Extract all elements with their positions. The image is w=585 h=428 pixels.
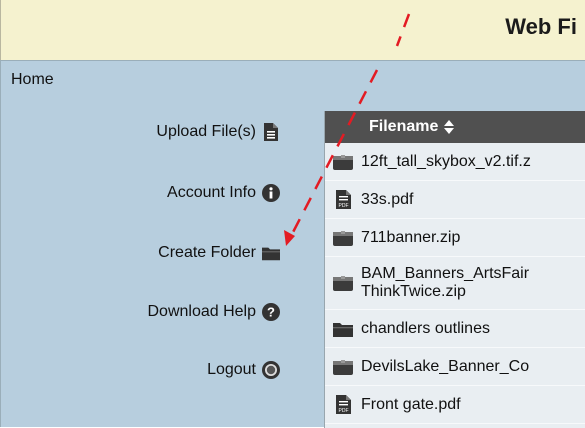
help-icon: ? xyxy=(262,303,280,321)
file-row[interactable]: chandlers outlines xyxy=(325,310,585,348)
create-folder-label: Create Folder xyxy=(158,244,256,261)
filename-column-header[interactable]: Filename xyxy=(325,111,585,143)
account-info-label: Account Info xyxy=(167,184,256,201)
svg-text:PDF: PDF xyxy=(338,408,348,414)
pdf-icon: PDF xyxy=(325,190,361,209)
download-help-link[interactable]: Download Help ? xyxy=(147,303,280,321)
file-row[interactable]: PDF 33s.pdf xyxy=(325,181,585,219)
file-name-line-1: BAM_Banners_ArtsFair xyxy=(361,265,530,282)
pdf-icon: PDF xyxy=(325,395,361,414)
archive-icon xyxy=(325,275,361,291)
archive-icon xyxy=(325,359,361,375)
file-name: 711banner.zip xyxy=(361,228,461,246)
file-name: chandlers outlines xyxy=(361,319,490,337)
account-info-link[interactable]: Account Info xyxy=(167,184,280,202)
logout-link[interactable]: Logout xyxy=(207,361,280,379)
folder-icon xyxy=(262,244,280,262)
svg-text:?: ? xyxy=(267,305,275,320)
file-name-line-2: ThinkTwice.zip xyxy=(361,283,466,300)
page-title: Web Fi xyxy=(505,14,577,39)
main-panel: Home Upload File(s) Account Info Create … xyxy=(0,60,585,428)
download-help-label: Download Help xyxy=(147,303,256,320)
document-icon xyxy=(262,123,280,141)
file-row[interactable]: PDF Front gate.pdf xyxy=(325,386,585,424)
filename-header-label: Filename xyxy=(369,118,439,135)
archive-icon xyxy=(325,230,361,246)
file-row[interactable]: 711banner.zip xyxy=(325,219,585,257)
file-row[interactable]: BAM_Banners_ArtsFair ThinkTwice.zip xyxy=(325,257,585,310)
file-name: DevilsLake_Banner_Co xyxy=(361,357,530,375)
logout-icon xyxy=(262,361,280,379)
file-row[interactable]: DevilsLake_Banner_Co xyxy=(325,348,585,386)
svg-text:PDF: PDF xyxy=(338,203,348,209)
folder-icon xyxy=(325,321,361,337)
title-bar: Web Fi xyxy=(0,0,585,60)
sort-icon[interactable] xyxy=(444,120,455,134)
file-row[interactable]: 12ft_tall_skybox_v2.tif.z xyxy=(325,143,585,181)
logout-label: Logout xyxy=(207,361,256,378)
archive-icon xyxy=(325,154,361,170)
info-icon xyxy=(262,184,280,202)
breadcrumb-home[interactable]: Home xyxy=(11,71,54,89)
upload-files-label: Upload File(s) xyxy=(156,123,256,140)
file-list: Filename 12ft_tall_skybox_v2.tif.z PDF 3… xyxy=(324,111,585,428)
upload-files-link[interactable]: Upload File(s) xyxy=(156,123,280,141)
file-name: BAM_Banners_ArtsFair ThinkTwice.zip xyxy=(361,265,529,301)
file-name: 12ft_tall_skybox_v2.tif.z xyxy=(361,152,531,170)
file-name: Front gate.pdf xyxy=(361,395,461,413)
create-folder-link[interactable]: Create Folder xyxy=(158,244,280,262)
file-name: 33s.pdf xyxy=(361,190,414,208)
